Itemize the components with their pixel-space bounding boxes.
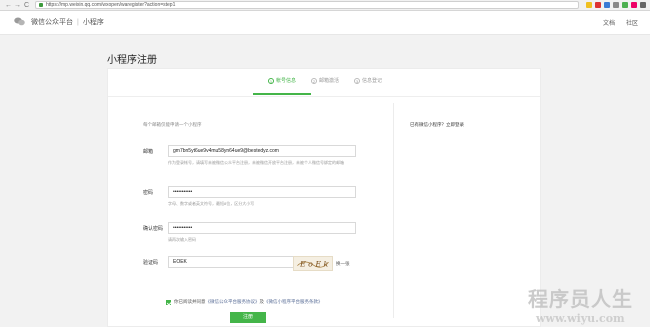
form-intro: 每个邮箱仅能申请一个小程序 — [143, 122, 202, 127]
address-bar[interactable]: https://mp.weixin.qq.com/wxopen/waregist… — [35, 1, 579, 9]
agree-checkbox[interactable] — [166, 299, 171, 305]
agreement: 你已阅读并同意 《微信公众平台服务协议》 及 《微信小程序平台服务条款》 — [166, 299, 323, 305]
miniprogram-terms-link[interactable]: 《微信小程序平台服务条款》 — [264, 299, 323, 305]
extension-icon[interactable] — [595, 2, 601, 8]
confirm-password-hint: 请再次输入密码 — [168, 237, 196, 242]
login-prompt[interactable]: 已有微信小程序？立即登录 — [410, 122, 464, 128]
star-icon[interactable] — [586, 2, 592, 8]
captcha-image[interactable]: E o E k — [293, 256, 333, 271]
captcha-text: E o E k — [299, 260, 329, 269]
divider — [393, 103, 394, 318]
watermark-url: www.wiyu.com — [536, 312, 625, 325]
email-hint: 作为登录帐号，请填写未被微信公众平台注册，未被微信开放平台注册，未被个人微信号绑… — [168, 160, 344, 165]
step-progress-bar — [253, 93, 311, 95]
captcha-field[interactable] — [168, 256, 300, 268]
step-account-info: 1 帐号信息 — [268, 77, 297, 84]
confirm-password-label: 确认密码 — [143, 226, 164, 232]
back-button[interactable]: ← — [4, 1, 13, 10]
reload-button[interactable]: C — [22, 1, 31, 10]
agree-prefix: 你已阅读并同意 — [174, 299, 206, 304]
step-email-activation: 2 邮箱激活 — [311, 77, 340, 84]
forward-button[interactable]: → — [13, 1, 22, 10]
site-header: 微信公众平台 | 小程序 文档 社区 — [0, 11, 650, 35]
email-field[interactable] — [168, 145, 356, 157]
brand-name: 微信公众平台 — [31, 19, 73, 26]
confirm-password-field[interactable] — [168, 222, 356, 234]
brand-title[interactable]: 微信公众平台 | 小程序 — [31, 17, 104, 27]
page-title: 小程序注册 — [107, 55, 157, 66]
nav-link-community[interactable]: 社区 — [626, 18, 638, 27]
extension-icon[interactable] — [613, 2, 619, 8]
lock-icon — [39, 3, 43, 7]
browser-toolbar: ← → C https://mp.weixin.qq.com/wxopen/wa… — [0, 0, 650, 11]
menu-icon[interactable] — [640, 2, 646, 8]
wechat-logo-icon — [14, 17, 25, 26]
url-text: https://mp.weixin.qq.com/wxopen/waregist… — [46, 2, 176, 8]
watermark-title: 程序员人生 — [528, 287, 633, 311]
register-button[interactable]: 注册 — [230, 312, 266, 323]
extension-icon[interactable] — [631, 2, 637, 8]
extension-icon[interactable] — [604, 2, 610, 8]
captcha-refresh-link[interactable]: 换一张 — [336, 261, 350, 267]
password-label: 密码 — [143, 190, 154, 196]
service-agreement-link[interactable]: 《微信公众平台服务协议》 — [206, 299, 260, 305]
password-field[interactable] — [168, 186, 356, 198]
product-name: 小程序 — [82, 19, 104, 26]
extension-icon[interactable] — [622, 2, 628, 8]
email-label: 邮箱 — [143, 149, 154, 155]
nav-link-docs[interactable]: 文档 — [603, 18, 615, 27]
password-hint: 字母、数字或者英文符号，最短8位，区分大小写 — [168, 201, 255, 206]
captcha-label: 验证码 — [143, 260, 159, 266]
step-indicator: 1 帐号信息 2 邮箱激活 3 信息登记 — [108, 69, 540, 97]
step-info-registration: 3 信息登记 — [354, 77, 383, 84]
register-card: 1 帐号信息 2 邮箱激活 3 信息登记 每个邮箱仅能申请一个小程序 邮箱 作为… — [107, 68, 541, 327]
